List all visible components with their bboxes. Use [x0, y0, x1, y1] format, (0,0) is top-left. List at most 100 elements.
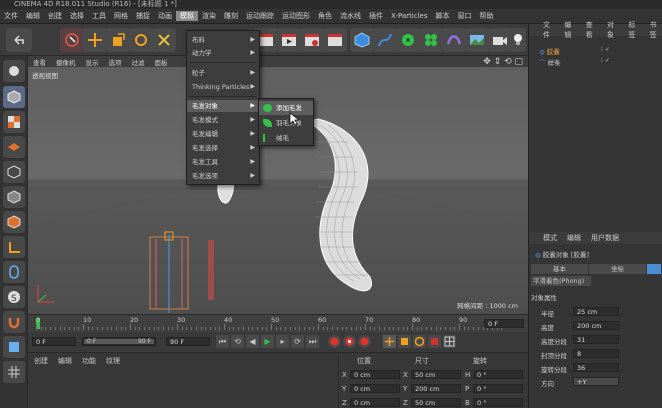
move-key-icon[interactable] — [383, 335, 396, 348]
viewport-menu-options[interactable]: 选项 — [104, 57, 127, 67]
lock-workplane-button[interactable] — [3, 311, 25, 333]
menu-xparticles[interactable]: X-Particles — [387, 12, 431, 20]
visibility-dots[interactable]: ⁝ ✓ — [601, 57, 610, 64]
prev-key-button[interactable]: ⟲ — [231, 335, 244, 348]
menu-script[interactable]: 脚本 — [431, 11, 453, 21]
param-key-icon[interactable] — [428, 335, 441, 348]
timeline[interactable]: 0 10 20 30 40 50 60 70 80 90 0 F — [28, 314, 528, 332]
go-to-start-button[interactable]: ⏮ — [216, 335, 229, 348]
subdivision-button[interactable] — [396, 28, 420, 52]
menu-item-dynamics[interactable]: 动力学 ▶ — [187, 47, 259, 59]
render-queue-button[interactable] — [323, 28, 347, 52]
menu-file[interactable]: 文件 — [0, 11, 22, 21]
cap-segments-field[interactable]: 8 — [573, 349, 619, 358]
objects-menu-edit[interactable]: 编辑 — [564, 20, 577, 40]
rotation-b-field[interactable]: 0 ° — [473, 398, 523, 407]
tab-coord[interactable]: 坐标 — [589, 264, 646, 274]
rotate-tool-button[interactable] — [129, 28, 153, 52]
deformer-button[interactable] — [442, 28, 466, 52]
edges-mode-button[interactable] — [3, 186, 25, 208]
size-x-field[interactable]: 50 cm — [411, 370, 461, 379]
snap-button[interactable]: S — [3, 286, 25, 308]
visibility-dots[interactable]: ⁝ ✓ — [601, 46, 610, 53]
tab-phong[interactable]: 平滑着色(Phong) — [531, 276, 591, 286]
menu-mograph[interactable]: 运动图形 — [278, 11, 314, 21]
menu-character[interactable]: 角色 — [314, 11, 336, 21]
objects-menu-view[interactable]: 查看 — [586, 20, 599, 40]
height-segments-field[interactable]: 31 — [573, 335, 619, 344]
rotation-p-field[interactable]: 0 ° — [473, 384, 523, 393]
next-frame-button[interactable]: ▸ — [276, 335, 289, 348]
object-item-capsule[interactable]: ◍ 胶囊 ⁝ ✓ — [539, 46, 619, 56]
workplane-mode-button[interactable] — [3, 136, 25, 158]
material-menu-create[interactable]: 创建 — [34, 356, 48, 366]
position-z-field[interactable]: 0 cm — [350, 398, 400, 407]
menu-help[interactable]: 帮助 — [475, 11, 497, 21]
menu-animate[interactable]: 动画 — [154, 11, 176, 21]
orientation-select[interactable]: +Y — [573, 377, 619, 386]
object-item-spline[interactable]: ⌒ 样条 ⁝ ✓ — [539, 57, 619, 67]
menu-edit[interactable]: 编辑 — [22, 11, 44, 21]
render-picture-viewer-button[interactable] — [277, 28, 301, 52]
end-frame-field[interactable]: 90 F — [166, 337, 210, 346]
next-key-button[interactable]: ⟳ — [291, 335, 304, 348]
frame-range-slider[interactable]: 0 F 90 F — [82, 337, 156, 346]
tweak-mode-button[interactable] — [3, 261, 25, 283]
pla-key-icon[interactable] — [443, 335, 456, 348]
planar-workplane-button[interactable] — [3, 336, 25, 358]
menu-sculpt[interactable]: 雕刻 — [220, 11, 242, 21]
scale-key-icon[interactable] — [398, 335, 411, 348]
menu-item-add-hair[interactable]: 添加毛发 — [259, 101, 313, 115]
floor-button[interactable] — [465, 28, 489, 52]
spline-pen-button[interactable] — [373, 28, 397, 52]
viewport-menu-view[interactable]: 查看 — [28, 57, 51, 67]
menu-window[interactable]: 窗口 — [453, 11, 475, 21]
tab-object[interactable] — [647, 264, 661, 274]
material-menu-edit[interactable]: 编辑 — [58, 356, 72, 366]
axis-lock-button[interactable] — [3, 361, 25, 383]
objects-menu-file[interactable]: 文件 — [543, 20, 556, 40]
menu-create[interactable]: 创建 — [44, 11, 66, 21]
texture-mode-button[interactable] — [3, 111, 25, 133]
model-mode-button[interactable] — [3, 86, 25, 108]
live-select-button[interactable] — [60, 28, 84, 52]
go-to-end-button[interactable]: ⏭ — [306, 335, 319, 348]
menu-tools[interactable]: 工具 — [88, 11, 110, 21]
viewport-menu-camera[interactable]: 摄像机 — [51, 57, 81, 67]
menu-mesh[interactable]: 网格 — [110, 11, 132, 21]
menu-render[interactable]: 渲染 — [198, 11, 220, 21]
size-z-field[interactable]: 50 cm — [411, 398, 461, 407]
prev-frame-button[interactable]: ◀ — [246, 335, 259, 348]
position-x-field[interactable]: 0 cm — [350, 370, 400, 379]
undo-button[interactable] — [6, 28, 32, 52]
menu-item-hair-mode[interactable]: 毛发模式 ▶ — [187, 114, 259, 126]
menu-item-particles[interactable]: 粒子 ▶ — [187, 67, 259, 79]
keyframe-help-icon[interactable] — [358, 335, 371, 348]
start-frame-field[interactable]: 0 F — [32, 337, 76, 346]
attr-menu-edit[interactable]: 编辑 — [567, 233, 581, 243]
camera-button[interactable] — [488, 28, 512, 52]
material-menu-function[interactable]: 功能 — [82, 356, 96, 366]
play-button[interactable]: ▶ — [261, 335, 274, 348]
array-button[interactable] — [419, 28, 443, 52]
rotation-h-field[interactable]: 0 ° — [473, 370, 523, 379]
axis-mode-button[interactable] — [3, 236, 25, 258]
objects-menu-bookmarks[interactable]: 书签 — [650, 20, 662, 40]
objects-menu-objects[interactable]: 对象 — [607, 20, 620, 40]
current-frame-field[interactable]: 0 F — [484, 319, 524, 328]
menu-simulate[interactable]: 模拟 — [176, 11, 198, 21]
size-y-field[interactable]: 200 cm — [411, 384, 461, 393]
menu-item-hair-options[interactable]: 毛发选项 ▶ — [187, 170, 259, 182]
rotate-key-icon[interactable] — [413, 335, 426, 348]
menu-item-thinking-particles[interactable]: Thinking Particles ▶ — [187, 81, 259, 93]
menu-item-fur[interactable]: 绒毛 — [259, 131, 313, 145]
cube-primitive-button[interactable] — [350, 28, 374, 52]
viewport-nav-icons[interactable]: ✥ ⇕ ⟲ ▢ — [478, 57, 528, 67]
position-y-field[interactable]: 0 cm — [350, 384, 400, 393]
rotation-segments-field[interactable]: 36 — [573, 363, 619, 372]
menu-item-feather-object[interactable]: 羽毛对象 — [259, 116, 313, 130]
autokey-icon[interactable] — [343, 335, 356, 348]
scale-tool-button[interactable] — [106, 28, 130, 52]
attr-menu-mode[interactable]: 模式 — [543, 233, 557, 243]
viewport-menu-display[interactable]: 显示 — [81, 57, 104, 67]
